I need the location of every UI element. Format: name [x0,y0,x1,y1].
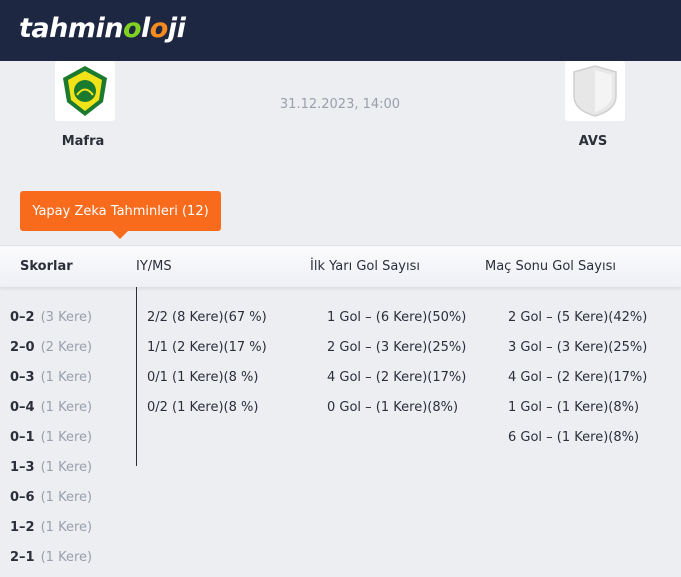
ai-predictions-tab[interactable]: Yapay Zeka Tahminleri (12) [20,191,221,239]
column-iyms: IY/MS [136,259,172,274]
first-half-goal-item: 2 Gol – (3 Kere)(25%) [327,340,467,355]
iyms-item: 1/1 (2 Kere)(17 %) [147,340,267,355]
score-item: 0–4 (1 Kere) [10,400,92,415]
logo-text-o: o [122,13,142,44]
full-time-goal-item: 4 Gol – (2 Kere)(17%) [508,370,648,385]
score-value: 1–2 [10,520,35,535]
column-first-half-goals: İlk Yarı Gol Sayısı [310,259,420,274]
score-count: (1 Kere) [40,430,93,445]
logo-text-tahmin: tahmin [19,13,123,44]
home-team-logo[interactable] [55,61,115,121]
logo-text-l: l [141,13,150,44]
score-count: (1 Kere) [40,400,93,415]
away-team-logo[interactable] [565,61,625,121]
full-time-goal-item: 2 Gol – (5 Kere)(42%) [508,310,648,325]
score-count: (1 Kere) [40,550,93,565]
score-item: 2–1 (1 Kere) [10,550,92,565]
first-half-goal-item: 4 Gol – (2 Kere)(17%) [327,370,467,385]
home-team-name[interactable]: Mafra [23,134,143,149]
score-value: 2–1 [10,550,35,565]
score-item: 2–0 (2 Kere) [10,340,92,355]
score-item: 0–2 (3 Kere) [10,310,92,325]
column-scores: Skorlar [20,259,73,274]
site-header: tahmin o l o ji [0,0,681,61]
score-value: 0–2 [10,310,35,325]
first-half-goal-item: 0 Gol – (1 Kere)(8%) [327,400,459,415]
score-item: 0–6 (1 Kere) [10,490,92,505]
score-count: (3 Kere) [40,310,93,325]
score-value: 0–3 [10,370,35,385]
logo-text-ji: ji [167,13,186,44]
predictions-table-header: Skorlar IY/MS İlk Yarı Gol Sayısı Maç So… [0,245,681,287]
score-count: (1 Kere) [40,490,93,505]
score-value: 2–0 [10,340,35,355]
score-value: 0–4 [10,400,35,415]
away-team-name[interactable]: AVS [533,134,653,149]
full-time-goal-item: 3 Gol – (3 Kere)(25%) [508,340,648,355]
iyms-item: 0/2 (1 Kere)(8 %) [147,400,259,415]
iyms-item: 2/2 (8 Kere)(67 %) [147,310,267,325]
site-logo[interactable]: tahmin o l o ji [19,13,186,44]
column-divider [136,287,137,466]
match-datetime: 31.12.2023, 14:00 [279,97,401,112]
score-value: 1–3 [10,460,35,475]
mafra-crest-icon [63,66,107,116]
score-item: 0–1 (1 Kere) [10,430,92,445]
logo-text-o2: o [149,13,169,44]
score-count: (2 Kere) [40,340,93,355]
iyms-item: 0/1 (1 Kere)(8 %) [147,370,259,385]
full-time-goal-item: 6 Gol – (1 Kere)(8%) [508,430,640,445]
first-half-goal-item: 1 Gol – (6 Kere)(50%) [327,310,467,325]
score-count: (1 Kere) [40,520,93,535]
score-item: 1–3 (1 Kere) [10,460,92,475]
score-item: 0–3 (1 Kere) [10,370,92,385]
score-value: 0–6 [10,490,35,505]
score-item: 1–2 (1 Kere) [10,520,92,535]
generic-shield-icon [573,65,617,117]
score-count: (1 Kere) [40,460,93,475]
score-count: (1 Kere) [40,370,93,385]
column-full-time-goals: Maç Sonu Gol Sayısı [485,259,616,274]
score-value: 0–1 [10,430,35,445]
full-time-goal-item: 1 Gol – (1 Kere)(8%) [508,400,640,415]
